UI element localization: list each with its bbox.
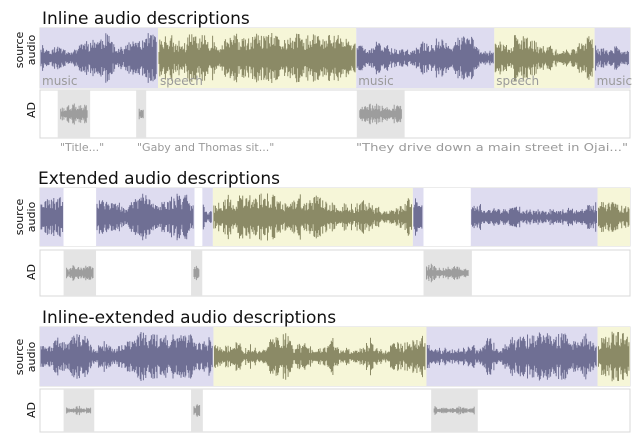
panel-inline: Inline audio descriptions source audio A… [13,9,632,154]
ad-quotes: "Title..." "Gaby and Thomas sit..." "The… [60,141,628,154]
ad-track [39,89,631,139]
panel-extended: Extended audio descriptions source audio… [13,169,631,297]
panel-title-inline-extended: Inline-extended audio descriptions [42,308,336,328]
ad-track-label: AD [25,102,38,118]
source-audio-label-line2: audio [25,201,38,232]
ad-quote-1: "Title..." [60,141,104,154]
source-audio-track [39,187,631,247]
ad-quote-3: "They drive down a main street in Ojai..… [356,141,628,154]
source-audio-track [39,326,631,387]
source-audio-track: music speech music speech music [39,27,632,89]
source-audio-label-line2: audio [25,34,38,65]
panel-title-extended: Extended audio descriptions [38,169,280,189]
ad-track [39,249,631,297]
ad-track [39,388,631,433]
ad-track-frame [39,89,631,139]
panel-title-inline: Inline audio descriptions [42,9,250,29]
panel-inline-extended: Inline-extended audio descriptions sourc… [13,308,631,433]
source-audio-label: source audio [13,199,38,236]
music-segment-label: music [597,74,632,88]
ad-track-frame [39,388,631,433]
music-segment-label: music [358,74,393,88]
paused-gap [423,188,471,246]
source-audio-label: source audio [13,32,38,69]
paused-gap [194,188,203,246]
audio-description-figure: Inline audio descriptions source audio A… [13,9,632,433]
source-audio-label-line2: audio [25,341,38,372]
music-segment-label: music [42,74,77,88]
ad-track-frame [39,249,631,297]
speech-segment-label: speech [160,74,203,88]
speech-segment-label: speech [496,74,539,88]
ad-track-label: AD [25,264,38,280]
source-audio-label: source audio [13,339,38,376]
ad-track-label: AD [25,402,38,418]
ad-quote-2: "Gaby and Thomas sit..." [137,141,274,154]
paused-gap [63,188,97,246]
